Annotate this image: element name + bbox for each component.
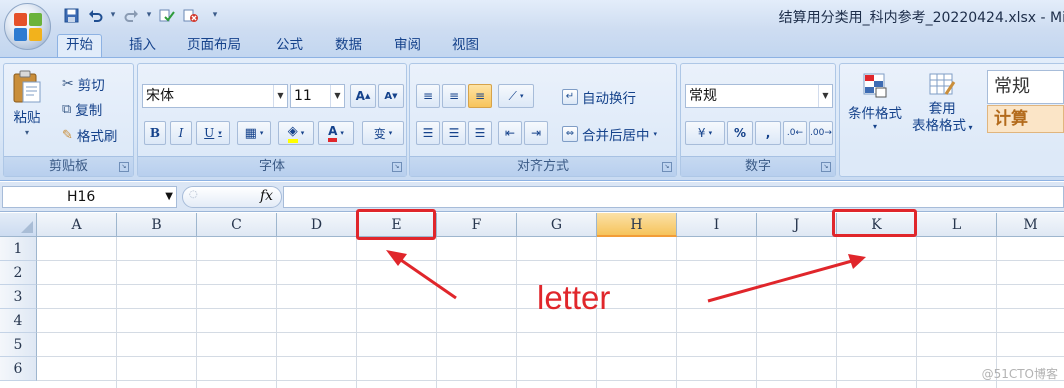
arrow-to-e	[397, 256, 457, 300]
excel-window: { "app":{"window_title":"结算用分类用_科内参考_202…	[0, 0, 1064, 388]
annotation-label: letter	[537, 279, 611, 316]
arrow-to-k-head	[848, 254, 866, 269]
watermark: @51CTO博客	[981, 367, 1058, 381]
arrow-to-k	[707, 259, 853, 303]
office-logo-icon	[13, 12, 42, 41]
office-button[interactable]	[4, 3, 51, 50]
annotation-arrows	[386, 250, 866, 303]
